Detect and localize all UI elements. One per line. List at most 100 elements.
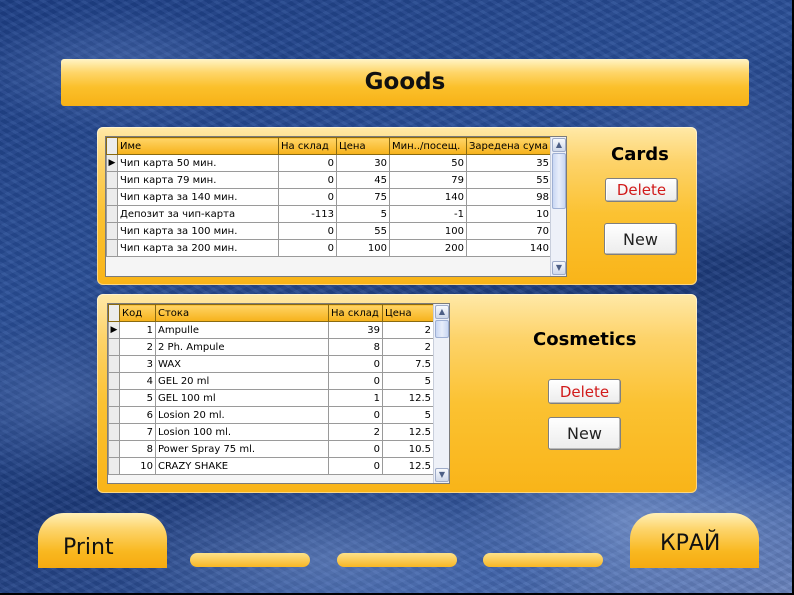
table-cell[interactable]: 39 bbox=[328, 321, 383, 339]
table-cell[interactable]: 79 bbox=[389, 171, 467, 189]
table-row[interactable]: 10 CRAZY SHAKE 0 12.5 bbox=[108, 457, 434, 475]
column-header[interactable]: На склад bbox=[278, 137, 337, 155]
table-cell[interactable]: -1 bbox=[389, 205, 467, 223]
table-cell[interactable]: 0 bbox=[328, 457, 383, 475]
column-header[interactable]: Мин../посещ. bbox=[389, 137, 467, 155]
row-selector[interactable] bbox=[108, 372, 120, 390]
table-cell[interactable]: 10 bbox=[466, 205, 552, 223]
table-row[interactable]: 7 Losion 100 ml. 2 12.5 bbox=[108, 423, 434, 441]
table-cell[interactable]: 10.5 bbox=[382, 440, 434, 458]
table-cell[interactable]: 98 bbox=[466, 188, 552, 206]
table-cell[interactable]: 45 bbox=[336, 171, 390, 189]
scroll-up-icon[interactable]: ▲ bbox=[552, 138, 566, 152]
scroll-up-icon[interactable]: ▲ bbox=[435, 305, 449, 319]
row-selector[interactable] bbox=[106, 171, 118, 189]
table-cell[interactable]: 0 bbox=[278, 171, 337, 189]
table-row[interactable]: Чип карта 79 мин. 0 45 79 55 bbox=[106, 171, 552, 189]
table-row[interactable]: 4 GEL 20 ml 0 5 bbox=[108, 372, 434, 390]
table-cell[interactable]: 5 bbox=[382, 372, 434, 390]
current-row-indicator-icon[interactable]: ▶ bbox=[106, 154, 118, 172]
table-cell[interactable]: 0 bbox=[328, 355, 383, 373]
column-header[interactable]: Стока bbox=[155, 304, 329, 322]
table-cell[interactable]: 140 bbox=[466, 239, 552, 257]
table-cell[interactable]: 55 bbox=[466, 171, 552, 189]
row-selector[interactable] bbox=[108, 406, 120, 424]
table-cell[interactable]: 100 bbox=[389, 222, 467, 240]
table-cell[interactable]: 2 bbox=[382, 321, 434, 339]
table-row[interactable]: 8 Power Spray 75 ml. 0 10.5 bbox=[108, 440, 434, 458]
table-row[interactable]: Чип карта за 100 мин. 0 55 100 70 bbox=[106, 222, 552, 240]
table-row[interactable]: 22 Ph. Ampule 8 2 bbox=[108, 338, 434, 356]
table-cell[interactable]: GEL 100 ml bbox=[155, 389, 329, 407]
row-selector[interactable] bbox=[106, 188, 118, 206]
cards-new-button[interactable]: New bbox=[604, 223, 677, 255]
scroll-down-icon[interactable]: ▼ bbox=[552, 261, 566, 275]
table-cell[interactable]: 200 bbox=[389, 239, 467, 257]
table-cell[interactable]: 3 bbox=[119, 355, 156, 373]
table-cell[interactable]: 5 bbox=[119, 389, 156, 407]
table-cell[interactable]: 5 bbox=[336, 205, 390, 223]
exit-button[interactable]: КРАЙ bbox=[630, 513, 759, 568]
table-row[interactable]: Чип карта за 140 мин. 0 75 140 98 bbox=[106, 188, 552, 206]
table-cell[interactable]: 0 bbox=[278, 154, 337, 172]
table-cell[interactable]: 2 bbox=[119, 338, 156, 356]
table-cell[interactable]: Чип карта за 140 мин. bbox=[117, 188, 279, 206]
table-cell[interactable]: 50 bbox=[389, 154, 467, 172]
print-button[interactable]: Print bbox=[38, 513, 167, 568]
table-cell[interactable]: 12.5 bbox=[382, 389, 434, 407]
table-cell[interactable]: 12.5 bbox=[382, 423, 434, 441]
row-selector[interactable] bbox=[106, 222, 118, 240]
scroll-down-icon[interactable]: ▼ bbox=[435, 468, 449, 482]
table-cell[interactable]: Чип карта за 200 мин. bbox=[117, 239, 279, 257]
row-selector[interactable] bbox=[106, 205, 118, 223]
table-cell[interactable]: 35 bbox=[466, 154, 552, 172]
table-row[interactable]: ▶ 1 Ampulle 39 2 bbox=[108, 321, 434, 339]
row-selector[interactable] bbox=[108, 355, 120, 373]
table-cell[interactable]: Депозит за чип-карта bbox=[117, 205, 279, 223]
table-cell[interactable]: -113 bbox=[278, 205, 337, 223]
scroll-thumb[interactable] bbox=[435, 320, 449, 338]
table-row[interactable]: 5 GEL 100 ml 1 12.5 bbox=[108, 389, 434, 407]
table-cell[interactable]: 8 bbox=[328, 338, 383, 356]
table-row[interactable]: 3 WAX 0 7.5 bbox=[108, 355, 434, 373]
table-cell[interactable]: 2 Ph. Ampule bbox=[155, 338, 329, 356]
cards-scrollbar[interactable]: ▲ ▼ bbox=[550, 137, 566, 276]
table-cell[interactable]: 8 bbox=[119, 440, 156, 458]
row-selector[interactable] bbox=[108, 440, 120, 458]
row-selector[interactable] bbox=[108, 457, 120, 475]
column-header[interactable]: Код bbox=[119, 304, 156, 322]
table-cell[interactable]: Чип карта за 100 мин. bbox=[117, 222, 279, 240]
row-selector[interactable] bbox=[108, 423, 120, 441]
current-row-indicator-icon[interactable]: ▶ bbox=[108, 321, 120, 339]
table-cell[interactable]: 0 bbox=[278, 188, 337, 206]
cosmetics-delete-button[interactable]: Delete bbox=[548, 379, 621, 404]
table-cell[interactable]: 6 bbox=[119, 406, 156, 424]
cosmetics-scrollbar[interactable]: ▲ ▼ bbox=[433, 304, 449, 483]
table-cell[interactable]: 75 bbox=[336, 188, 390, 206]
cards-delete-button[interactable]: Delete bbox=[605, 178, 678, 202]
column-header[interactable]: Цена bbox=[382, 304, 434, 322]
table-cell[interactable]: 0 bbox=[278, 239, 337, 257]
table-cell[interactable]: 0 bbox=[328, 440, 383, 458]
table-cell[interactable]: Чип карта 50 мин. bbox=[117, 154, 279, 172]
table-row[interactable]: Чип карта за 200 мин. 0 100 200 140 bbox=[106, 239, 552, 257]
table-cell[interactable]: 10 bbox=[119, 457, 156, 475]
table-cell[interactable]: 5 bbox=[382, 406, 434, 424]
table-cell[interactable]: 0 bbox=[328, 372, 383, 390]
column-header[interactable]: Заредена сума bbox=[466, 137, 552, 155]
row-selector[interactable] bbox=[106, 239, 118, 257]
row-selector[interactable] bbox=[108, 338, 120, 356]
cards-grid[interactable]: Име На склад Цена Мин../посещ. Заредена … bbox=[105, 136, 567, 277]
table-cell[interactable]: WAX bbox=[155, 355, 329, 373]
table-cell[interactable]: Ampulle bbox=[155, 321, 329, 339]
table-cell[interactable]: 0 bbox=[328, 406, 383, 424]
table-cell[interactable]: CRAZY SHAKE bbox=[155, 457, 329, 475]
table-cell[interactable]: 55 bbox=[336, 222, 390, 240]
column-header[interactable]: На склад bbox=[328, 304, 383, 322]
table-cell[interactable]: Чип карта 79 мин. bbox=[117, 171, 279, 189]
table-cell[interactable]: 1 bbox=[328, 389, 383, 407]
table-cell[interactable]: 100 bbox=[336, 239, 390, 257]
table-row[interactable]: Депозит за чип-карта -113 5 -1 10 bbox=[106, 205, 552, 223]
table-cell[interactable]: GEL 20 ml bbox=[155, 372, 329, 390]
cosmetics-new-button[interactable]: New bbox=[548, 417, 621, 450]
